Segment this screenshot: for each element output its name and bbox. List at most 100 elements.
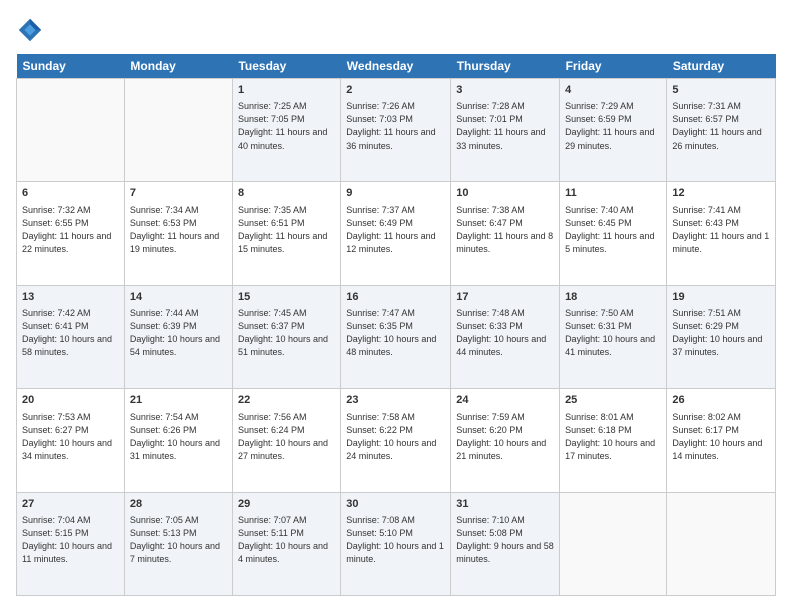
calendar-cell: 19 Sunrise: 7:51 AMSunset: 6:29 PMDayligh…: [667, 285, 776, 388]
logo-icon: [16, 16, 44, 44]
day-header-wednesday: Wednesday: [341, 54, 451, 79]
day-info: Sunrise: 7:54 AMSunset: 6:26 PMDaylight:…: [130, 411, 227, 463]
day-number: 2: [346, 83, 445, 98]
day-number: 1: [238, 83, 335, 98]
day-header-thursday: Thursday: [451, 54, 560, 79]
day-info: Sunrise: 7:58 AMSunset: 6:22 PMDaylight:…: [346, 411, 445, 463]
day-number: 29: [238, 497, 335, 512]
calendar-week-2: 6Sunrise: 7:32 AMSunset: 6:55 PMDaylight…: [17, 182, 776, 285]
day-number: 23: [346, 393, 445, 408]
calendar-week-3: 13Sunrise: 7:42 AMSunset: 6:41 PMDayligh…: [17, 285, 776, 388]
calendar-cell: 11 Sunrise: 7:40 AMSunset: 6:45 PMDayligh…: [560, 182, 667, 285]
calendar-table: SundayMondayTuesdayWednesdayThursdayFrid…: [16, 54, 776, 596]
calendar-cell: 15Sunrise: 7:45 AMSunset: 6:37 PMDayligh…: [232, 285, 340, 388]
day-number: 19: [672, 290, 770, 305]
day-info: Sunrise: 8:02 AMSunset: 6:17 PMDaylight:…: [672, 411, 770, 463]
day-info: Sunrise: 8:01 AMSunset: 6:18 PMDaylight:…: [565, 411, 661, 463]
day-info: Sunrise: 7:35 AMSunset: 6:51 PMDaylight:…: [238, 204, 335, 256]
calendar-cell: 8 Sunrise: 7:35 AMSunset: 6:51 PMDaylight…: [232, 182, 340, 285]
logo: [16, 16, 48, 44]
calendar-cell: 13Sunrise: 7:42 AMSunset: 6:41 PMDayligh…: [17, 285, 125, 388]
calendar-cell: 29 Sunrise: 7:07 AMSunset: 5:11 PMDayligh…: [232, 492, 340, 595]
day-header-saturday: Saturday: [667, 54, 776, 79]
day-number: 4: [565, 83, 661, 98]
calendar-cell: 9Sunrise: 7:37 AMSunset: 6:49 PMDaylight…: [341, 182, 451, 285]
day-header-tuesday: Tuesday: [232, 54, 340, 79]
day-number: 5: [672, 83, 770, 98]
day-info: Sunrise: 7:26 AMSunset: 7:03 PMDaylight:…: [346, 100, 445, 152]
day-number: 18: [565, 290, 661, 305]
day-number: 9: [346, 186, 445, 201]
calendar-cell: 1 Sunrise: 7:25 AMSunset: 7:05 PMDaylight…: [232, 79, 340, 182]
day-info: Sunrise: 7:31 AMSunset: 6:57 PMDaylight:…: [672, 100, 770, 152]
calendar-cell: 28Sunrise: 7:05 AMSunset: 5:13 PMDayligh…: [124, 492, 232, 595]
day-number: 12: [672, 186, 770, 201]
day-info: Sunrise: 7:47 AMSunset: 6:35 PMDaylight:…: [346, 307, 445, 359]
day-info: Sunrise: 7:38 AMSunset: 6:47 PMDaylight:…: [456, 204, 554, 256]
day-info: Sunrise: 7:48 AMSunset: 6:33 PMDaylight:…: [456, 307, 554, 359]
calendar-cell: 12 Sunrise: 7:41 AMSunset: 6:43 PMDayligh…: [667, 182, 776, 285]
header-row: SundayMondayTuesdayWednesdayThursdayFrid…: [17, 54, 776, 79]
day-info: Sunrise: 7:41 AMSunset: 6:43 PMDaylight:…: [672, 204, 770, 256]
calendar-body: 1 Sunrise: 7:25 AMSunset: 7:05 PMDaylight…: [17, 79, 776, 596]
calendar-cell: 20 Sunrise: 7:53 AMSunset: 6:27 PMDayligh…: [17, 389, 125, 492]
day-number: 30: [346, 497, 445, 512]
day-info: Sunrise: 7:28 AMSunset: 7:01 PMDaylight:…: [456, 100, 554, 152]
calendar-week-1: 1 Sunrise: 7:25 AMSunset: 7:05 PMDaylight…: [17, 79, 776, 182]
calendar-page: SundayMondayTuesdayWednesdayThursdayFrid…: [0, 0, 792, 612]
calendar-week-5: 27 Sunrise: 7:04 AMSunset: 5:15 PMDayligh…: [17, 492, 776, 595]
day-number: 25: [565, 393, 661, 408]
calendar-cell: 17Sunrise: 7:48 AMSunset: 6:33 PMDayligh…: [451, 285, 560, 388]
day-info: Sunrise: 7:34 AMSunset: 6:53 PMDaylight:…: [130, 204, 227, 256]
day-number: 27: [22, 497, 119, 512]
calendar-cell: 6Sunrise: 7:32 AMSunset: 6:55 PMDaylight…: [17, 182, 125, 285]
day-info: Sunrise: 7:25 AMSunset: 7:05 PMDaylight:…: [238, 100, 335, 152]
calendar-cell: [17, 79, 125, 182]
day-info: Sunrise: 7:59 AMSunset: 6:20 PMDaylight:…: [456, 411, 554, 463]
calendar-cell: [124, 79, 232, 182]
day-number: 10: [456, 186, 554, 201]
day-info: Sunrise: 7:40 AMSunset: 6:45 PMDaylight:…: [565, 204, 661, 256]
calendar-header: SundayMondayTuesdayWednesdayThursdayFrid…: [17, 54, 776, 79]
day-header-friday: Friday: [560, 54, 667, 79]
page-header: [16, 16, 776, 44]
day-number: 22: [238, 393, 335, 408]
calendar-week-4: 20 Sunrise: 7:53 AMSunset: 6:27 PMDayligh…: [17, 389, 776, 492]
day-number: 24: [456, 393, 554, 408]
calendar-cell: 23 Sunrise: 7:58 AMSunset: 6:22 PMDayligh…: [341, 389, 451, 492]
day-header-sunday: Sunday: [17, 54, 125, 79]
day-info: Sunrise: 7:10 AMSunset: 5:08 PMDaylight:…: [456, 514, 554, 566]
day-number: 20: [22, 393, 119, 408]
calendar-cell: 22Sunrise: 7:56 AMSunset: 6:24 PMDayligh…: [232, 389, 340, 492]
day-info: Sunrise: 7:07 AMSunset: 5:11 PMDaylight:…: [238, 514, 335, 566]
day-info: Sunrise: 7:29 AMSunset: 6:59 PMDaylight:…: [565, 100, 661, 152]
calendar-cell: 27 Sunrise: 7:04 AMSunset: 5:15 PMDayligh…: [17, 492, 125, 595]
day-info: Sunrise: 7:32 AMSunset: 6:55 PMDaylight:…: [22, 204, 119, 256]
day-info: Sunrise: 7:45 AMSunset: 6:37 PMDaylight:…: [238, 307, 335, 359]
day-info: Sunrise: 7:44 AMSunset: 6:39 PMDaylight:…: [130, 307, 227, 359]
calendar-cell: 30 Sunrise: 7:08 AMSunset: 5:10 PMDayligh…: [341, 492, 451, 595]
calendar-cell: 31 Sunrise: 7:10 AMSunset: 5:08 PMDayligh…: [451, 492, 560, 595]
day-number: 21: [130, 393, 227, 408]
day-number: 26: [672, 393, 770, 408]
day-number: 16: [346, 290, 445, 305]
calendar-cell: [667, 492, 776, 595]
day-info: Sunrise: 7:51 AMSunset: 6:29 PMDaylight:…: [672, 307, 770, 359]
day-info: Sunrise: 7:04 AMSunset: 5:15 PMDaylight:…: [22, 514, 119, 566]
day-info: Sunrise: 7:08 AMSunset: 5:10 PMDaylight:…: [346, 514, 445, 566]
day-number: 13: [22, 290, 119, 305]
calendar-cell: 7Sunrise: 7:34 AMSunset: 6:53 PMDaylight…: [124, 182, 232, 285]
calendar-cell: [560, 492, 667, 595]
calendar-cell: 2 Sunrise: 7:26 AMSunset: 7:03 PMDaylight…: [341, 79, 451, 182]
day-number: 8: [238, 186, 335, 201]
calendar-cell: 5 Sunrise: 7:31 AMSunset: 6:57 PMDaylight…: [667, 79, 776, 182]
day-number: 11: [565, 186, 661, 201]
calendar-cell: 26 Sunrise: 8:02 AMSunset: 6:17 PMDayligh…: [667, 389, 776, 492]
calendar-cell: 25 Sunrise: 8:01 AMSunset: 6:18 PMDayligh…: [560, 389, 667, 492]
day-number: 31: [456, 497, 554, 512]
day-header-monday: Monday: [124, 54, 232, 79]
day-number: 14: [130, 290, 227, 305]
calendar-cell: 16 Sunrise: 7:47 AMSunset: 6:35 PMDayligh…: [341, 285, 451, 388]
day-info: Sunrise: 7:53 AMSunset: 6:27 PMDaylight:…: [22, 411, 119, 463]
calendar-cell: 14 Sunrise: 7:44 AMSunset: 6:39 PMDayligh…: [124, 285, 232, 388]
